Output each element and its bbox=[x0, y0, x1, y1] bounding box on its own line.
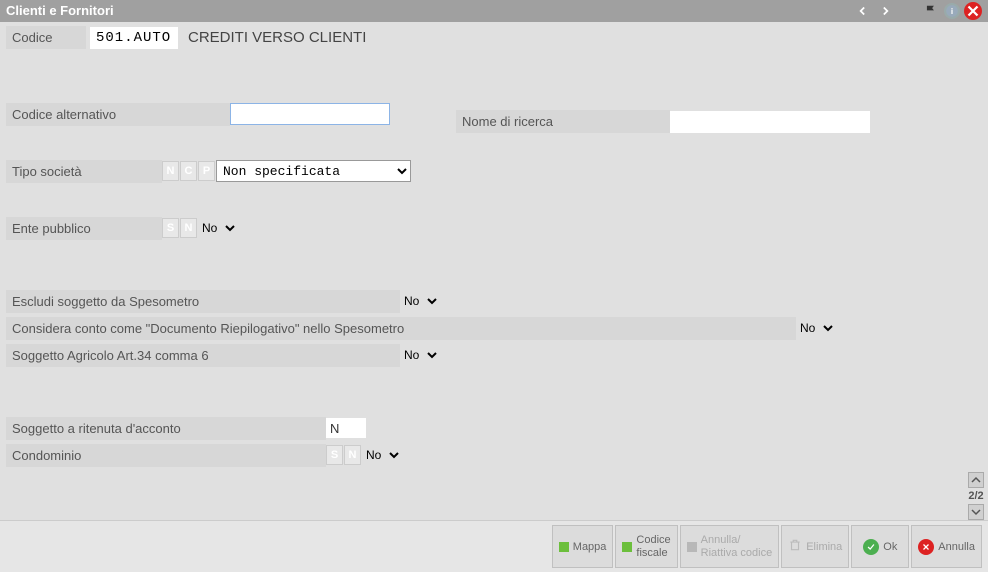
nav-back-icon[interactable] bbox=[854, 3, 872, 19]
cancel-icon bbox=[918, 539, 934, 555]
ente-s-button[interactable]: S bbox=[162, 218, 179, 238]
tipo-c-button[interactable]: C bbox=[180, 161, 197, 181]
window-title: Clienti e Fornitori bbox=[6, 0, 114, 22]
close-icon[interactable] bbox=[964, 2, 982, 20]
codice-input[interactable] bbox=[90, 27, 178, 49]
ente-pubblico-select[interactable]: No bbox=[198, 218, 238, 238]
tipo-p-button[interactable]: P bbox=[198, 161, 215, 181]
scroll-down-button[interactable] bbox=[968, 504, 984, 520]
codice-alternativo-input[interactable] bbox=[230, 103, 390, 125]
codice-alternativo-label: Codice alternativo bbox=[6, 103, 230, 126]
elimina-label: Elimina bbox=[806, 541, 842, 553]
mappa-label: Mappa bbox=[573, 541, 607, 553]
escludi-spesometro-label: Escludi soggetto da Spesometro bbox=[6, 290, 400, 313]
square-icon bbox=[622, 542, 632, 552]
titlebar: Clienti e Fornitori i bbox=[0, 0, 988, 22]
condominio-select[interactable]: No bbox=[362, 445, 402, 465]
condominio-label: Condominio bbox=[6, 444, 326, 467]
square-icon bbox=[687, 542, 697, 552]
escludi-spesometro-select[interactable]: No bbox=[400, 291, 440, 311]
page-scroller: 2/2 bbox=[968, 22, 984, 520]
ente-pubblico-label: Ente pubblico bbox=[6, 217, 162, 240]
ritenuta-label: Soggetto a ritenuta d'acconto bbox=[6, 417, 326, 440]
agricolo-label: Soggetto Agricolo Art.34 comma 6 bbox=[6, 344, 400, 367]
svg-text:i: i bbox=[951, 7, 953, 16]
check-icon bbox=[863, 539, 879, 555]
doc-riepilogativo-select[interactable]: No bbox=[796, 318, 836, 338]
codice-description: CREDITI VERSO CLIENTI bbox=[188, 29, 366, 46]
elimina-button[interactable]: Elimina bbox=[781, 525, 849, 568]
annulla-riattiva-label-l2: Riattiva codice bbox=[701, 547, 773, 559]
condominio-n-button[interactable]: N bbox=[344, 445, 361, 465]
agricolo-select[interactable]: No bbox=[400, 345, 440, 365]
annulla-riattiva-button[interactable]: Annulla/ Riattiva codice bbox=[680, 525, 780, 568]
condominio-s-button[interactable]: S bbox=[326, 445, 343, 465]
nome-ricerca-label: Nome di ricerca bbox=[456, 110, 670, 133]
ok-label: Ok bbox=[883, 541, 897, 553]
annulla-label: Annulla bbox=[938, 541, 975, 553]
nome-ricerca-input[interactable] bbox=[670, 111, 870, 133]
codice-label: Codice bbox=[6, 26, 86, 49]
doc-riepilogativo-label: Considera conto come "Documento Riepilog… bbox=[6, 317, 796, 340]
trash-icon bbox=[788, 538, 802, 555]
codice-fiscale-button[interactable]: Codice fiscale bbox=[615, 525, 677, 568]
codice-fiscale-label-l2: fiscale bbox=[636, 547, 667, 559]
page-indicator: 2/2 bbox=[968, 490, 983, 502]
ritenuta-value: N bbox=[326, 418, 366, 438]
ente-n-button[interactable]: N bbox=[180, 218, 197, 238]
info-icon[interactable]: i bbox=[944, 3, 960, 19]
tipo-n-button[interactable]: N bbox=[162, 161, 179, 181]
tipo-societa-select[interactable]: Non specificata bbox=[216, 160, 411, 182]
codice-fiscale-label-l1: Codice bbox=[636, 534, 670, 546]
mappa-button[interactable]: Mappa bbox=[552, 525, 614, 568]
flag-icon[interactable] bbox=[922, 3, 940, 19]
scroll-up-button[interactable] bbox=[968, 472, 984, 488]
tipo-societa-label: Tipo società bbox=[6, 160, 162, 183]
square-icon bbox=[559, 542, 569, 552]
ok-button[interactable]: Ok bbox=[851, 525, 909, 568]
footer-toolbar: Mappa Codice fiscale Annulla/ Riattiva c… bbox=[0, 520, 988, 572]
annulla-riattiva-label-l1: Annulla/ bbox=[701, 534, 741, 546]
annulla-button[interactable]: Annulla bbox=[911, 525, 982, 568]
nav-forward-icon[interactable] bbox=[876, 3, 894, 19]
